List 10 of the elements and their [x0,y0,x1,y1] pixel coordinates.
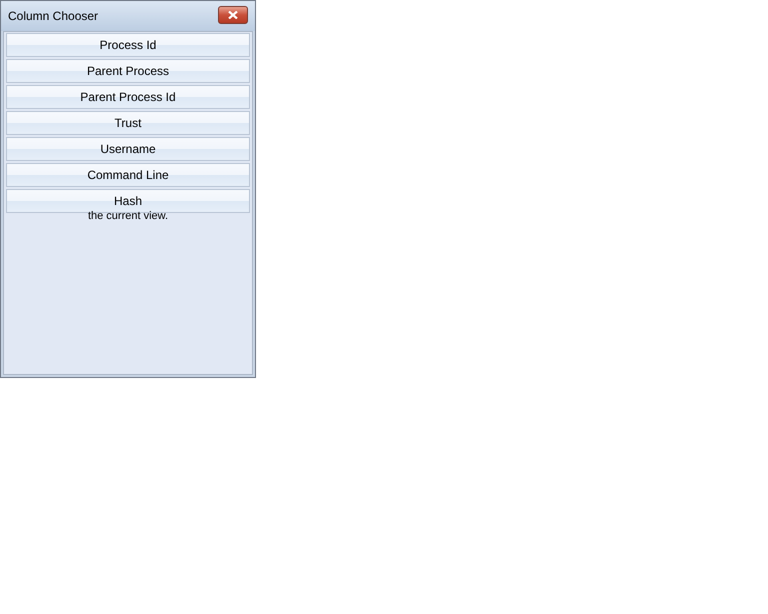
column-item[interactable]: Process Id [6,33,250,57]
column-item[interactable]: Command Line [6,163,250,187]
window-title: Column Chooser [8,9,98,23]
close-icon [228,11,238,19]
column-item[interactable]: Username [6,137,250,161]
column-item[interactable]: Parent Process [6,59,250,83]
column-item[interactable]: Parent Process Id [6,85,250,109]
hint-text: the current view. [86,210,170,222]
close-button[interactable] [218,6,248,24]
column-item[interactable]: Trust [6,111,250,135]
